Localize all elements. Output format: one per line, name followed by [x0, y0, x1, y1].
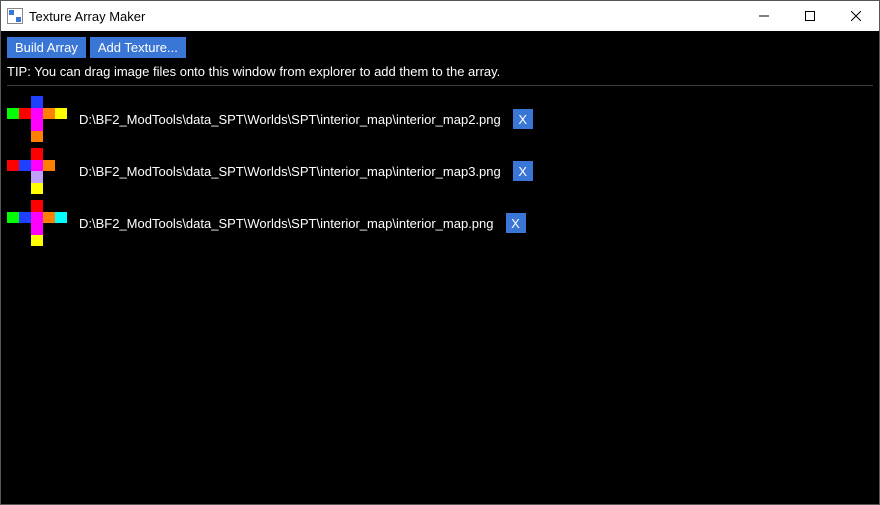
texture-row: D:\BF2_ModTools\data_SPT\Worlds\SPT\inte…	[7, 148, 873, 194]
client-area: Build Array Add Texture... TIP: You can …	[1, 31, 879, 504]
minimize-icon	[759, 11, 769, 21]
window-title: Texture Array Maker	[29, 9, 145, 24]
add-texture-button[interactable]: Add Texture...	[90, 37, 186, 58]
tip-text: TIP: You can drag image files onto this …	[7, 62, 873, 85]
close-icon	[851, 11, 861, 21]
toolbar: Build Array Add Texture...	[7, 37, 873, 58]
texture-path: D:\BF2_ModTools\data_SPT\Worlds\SPT\inte…	[79, 164, 501, 179]
texture-list: D:\BF2_ModTools\data_SPT\Worlds\SPT\inte…	[7, 96, 873, 246]
maximize-icon	[805, 11, 815, 21]
texture-thumbnail	[7, 148, 67, 194]
texture-row: D:\BF2_ModTools\data_SPT\Worlds\SPT\inte…	[7, 200, 873, 246]
app-icon	[7, 8, 23, 24]
texture-thumbnail	[7, 96, 67, 142]
divider	[7, 85, 873, 86]
texture-path: D:\BF2_ModTools\data_SPT\Worlds\SPT\inte…	[79, 216, 494, 231]
texture-row: D:\BF2_ModTools\data_SPT\Worlds\SPT\inte…	[7, 96, 873, 142]
remove-texture-button[interactable]: X	[513, 109, 533, 129]
minimize-button[interactable]	[741, 1, 787, 31]
maximize-button[interactable]	[787, 1, 833, 31]
remove-texture-button[interactable]: X	[506, 213, 526, 233]
texture-path: D:\BF2_ModTools\data_SPT\Worlds\SPT\inte…	[79, 112, 501, 127]
texture-thumbnail	[7, 200, 67, 246]
title-bar: Texture Array Maker	[1, 1, 879, 31]
build-array-button[interactable]: Build Array	[7, 37, 86, 58]
close-button[interactable]	[833, 1, 879, 31]
remove-texture-button[interactable]: X	[513, 161, 533, 181]
